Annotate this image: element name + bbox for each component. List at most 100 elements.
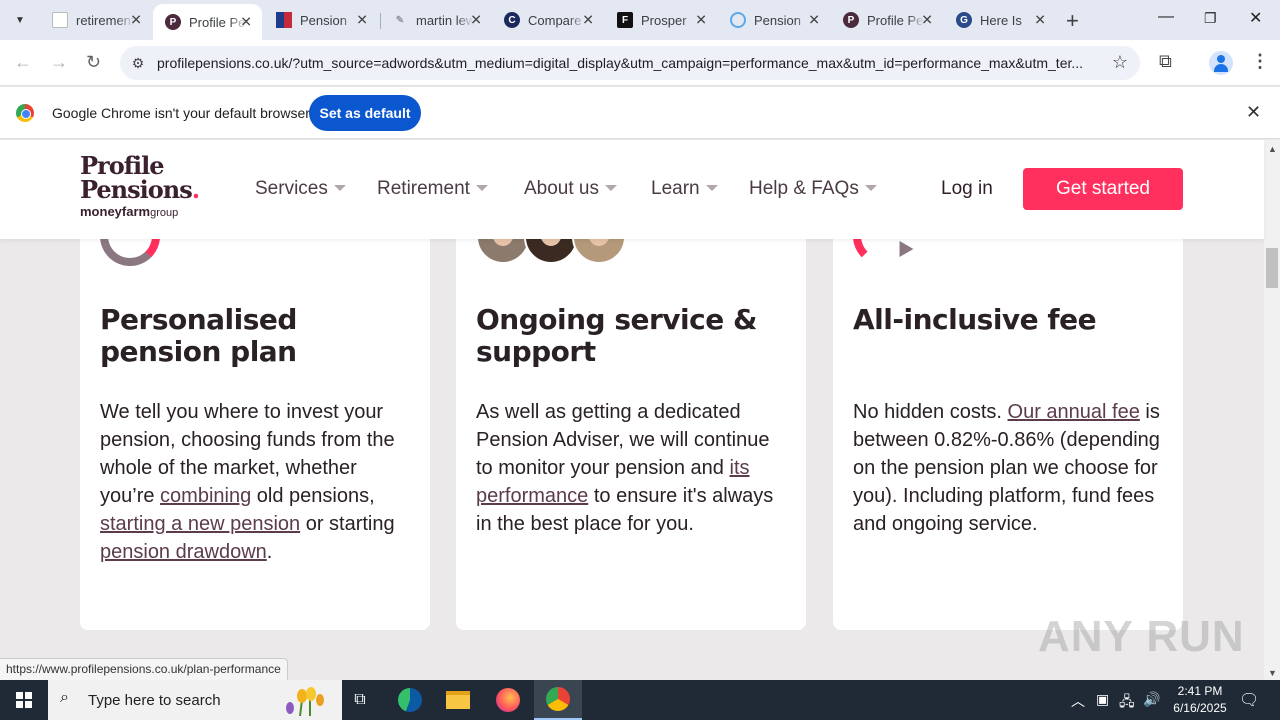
tab-title: Pension [754,12,801,28]
start-button[interactable] [0,680,48,720]
clock-date: 6/16/2025 [1173,701,1227,715]
feature-card-ongoing-service: Ongoing service & support As well as get… [456,200,806,630]
close-tab-icon[interactable]: ✕ [582,12,594,29]
card-title: Personalised pension plan [100,303,297,368]
tab-prosper[interactable]: F Prosper ✕ [605,5,717,35]
close-tab-icon[interactable]: ✕ [356,12,368,29]
profile-avatar-icon[interactable] [1209,51,1233,75]
feature-card-all-inclusive-fee: All-inclusive fee No hidden costs. Our a… [833,200,1183,630]
close-window-icon[interactable]: ✕ [1249,8,1262,28]
chevron-down-icon [475,184,488,191]
close-tab-icon[interactable]: ✕ [130,12,142,29]
login-link[interactable]: Log in [941,178,993,200]
minimize-icon[interactable]: — [1158,8,1174,26]
tab-strip: ▼ retirement ✕ P Profile Pensions ✕ Pens… [0,0,1280,40]
tab-pension[interactable]: Pension ✕ [264,5,378,35]
chrome-taskbar-icon[interactable] [534,680,582,720]
scrollbar-thumb[interactable] [1266,248,1278,288]
tab-title: retirement [76,12,134,28]
close-tab-icon[interactable]: ✕ [470,12,482,29]
close-tab-icon[interactable]: ✕ [240,14,252,31]
feature-card-personalised-plan: Personalised pension plan We tell you wh… [80,200,430,630]
task-view-icon[interactable]: ⧉ [336,680,384,720]
nav-about-us[interactable]: About us [524,178,617,200]
tab-here-is[interactable]: G Here Is ✕ [944,5,1056,35]
url-text[interactable]: profilepensions.co.uk/?utm_source=adword… [157,55,1087,71]
page-scrollbar[interactable]: ▲ ▼ [1264,140,1280,680]
blank-page-icon [52,12,68,28]
tab-profile-pensions-2[interactable]: P Profile Pensions ✕ [831,5,943,35]
firefox-icon[interactable] [484,680,532,720]
tab-title: martin lewis [416,12,474,28]
inline-link[interactable]: combining [160,485,251,507]
chrome-logo-icon [16,104,34,122]
prosper-favicon-icon: F [617,12,633,28]
scroll-down-arrow-icon[interactable]: ▼ [1268,668,1277,678]
set-as-default-button[interactable]: Set as default [309,95,421,131]
scroll-up-arrow-icon[interactable]: ▲ [1268,144,1277,154]
file-explorer-icon[interactable] [434,680,482,720]
notification-center-icon[interactable]: 🗨 [1239,690,1259,710]
volume-icon[interactable]: 🔊 [1143,691,1160,708]
chevron-down-icon [864,184,877,191]
chevron-down-icon [705,184,718,191]
profile-pensions-logo[interactable]: Profile Pensions. moneyfarmgroup [80,154,210,220]
back-arrow-icon[interactable]: ← [14,52,32,73]
card-body: As well as getting a dedicated Pension A… [476,398,791,538]
close-tab-icon[interactable]: ✕ [695,12,707,29]
tab-profile-pensions[interactable]: P Profile Pensions ✕ [153,4,262,40]
nav-retirement[interactable]: Retirement [377,178,488,200]
device-icon[interactable]: ▣ [1096,691,1109,708]
tab-title: Profile Pensions [867,12,925,28]
forward-arrow-icon[interactable]: → [50,52,68,73]
link-status-bubble: https://www.profilepensions.co.uk/plan-p… [0,658,288,680]
reload-icon[interactable]: ↻ [86,52,101,73]
anyrun-watermark: ANY RUN [1038,612,1245,661]
close-tab-icon[interactable]: ✕ [808,12,820,29]
body-text: old pensions, [251,485,375,507]
windows-logo-icon [16,692,32,708]
tab-title: Prosper [641,12,687,28]
tab-pension-2[interactable]: Pension ✕ [718,5,830,35]
nav-learn[interactable]: Learn [651,178,718,200]
menu-kebab-icon[interactable]: ⋮ [1251,51,1269,72]
nav-help-faqs[interactable]: Help & FAQs [749,178,877,200]
inline-link[interactable]: Our annual fee [1008,401,1140,423]
tab-retirement[interactable]: retirement ✕ [40,5,152,35]
tab-title: Compare [528,12,582,28]
show-hidden-icons-chevron-icon[interactable]: ︿ [1071,691,1085,711]
tab-martin-lewis[interactable]: ✎ martin lewis ✕ [380,5,492,35]
feather-favicon-icon: ✎ [395,14,405,26]
logo-brand: moneyfarmgroup [80,204,179,219]
edge-browser-icon[interactable] [386,680,434,720]
inline-link[interactable]: pension drawdown [100,541,267,563]
card-title: Ongoing service & support [476,303,757,368]
close-tab-icon[interactable]: ✕ [1034,12,1046,29]
tab-compare[interactable]: C Compare ✕ [492,5,604,35]
chevron-down-icon: ▼ [15,14,25,26]
new-tab-plus-icon[interactable]: + [1066,8,1079,34]
loading-circle-icon [730,12,746,28]
nav-services[interactable]: Services [255,178,346,200]
clock-time: 2:41 PM [1177,684,1223,698]
search-icon: ⌕ [60,689,69,706]
taskbar-search-box[interactable]: ⌕ Type here to search [48,680,342,720]
inline-link[interactable]: starting a new pension [100,513,300,535]
bookmark-star-icon[interactable]: ☆ [1112,52,1128,73]
close-tab-icon[interactable]: ✕ [921,12,933,29]
network-icon[interactable]: 🖧 [1119,691,1135,715]
infobar-message: Google Chrome isn't your default browser [52,105,310,121]
site-info-icon[interactable]: ⚙ [128,53,148,73]
restore-icon[interactable]: ❐ [1204,10,1217,27]
tab-title: Pension [300,12,347,28]
body-text: or starting [300,513,395,535]
tab-search-button[interactable]: ▼ [6,6,34,34]
address-bar[interactable]: ⚙ profilepensions.co.uk/?utm_source=adwo… [120,46,1140,80]
system-clock[interactable]: 2:41 PM 6/16/2025 [1160,683,1240,717]
chevron-down-icon [605,184,617,191]
windows-taskbar: ⌕ Type here to search ⧉ ︿ ▣ 🖧 🔊 2:41 PM … [0,680,1280,720]
close-infobar-icon[interactable]: ✕ [1246,102,1261,123]
extensions-puzzle-icon[interactable]: ⧉ [1159,51,1172,72]
get-started-button[interactable]: Get started [1023,168,1183,210]
tab-title: Here Is [980,12,1022,28]
